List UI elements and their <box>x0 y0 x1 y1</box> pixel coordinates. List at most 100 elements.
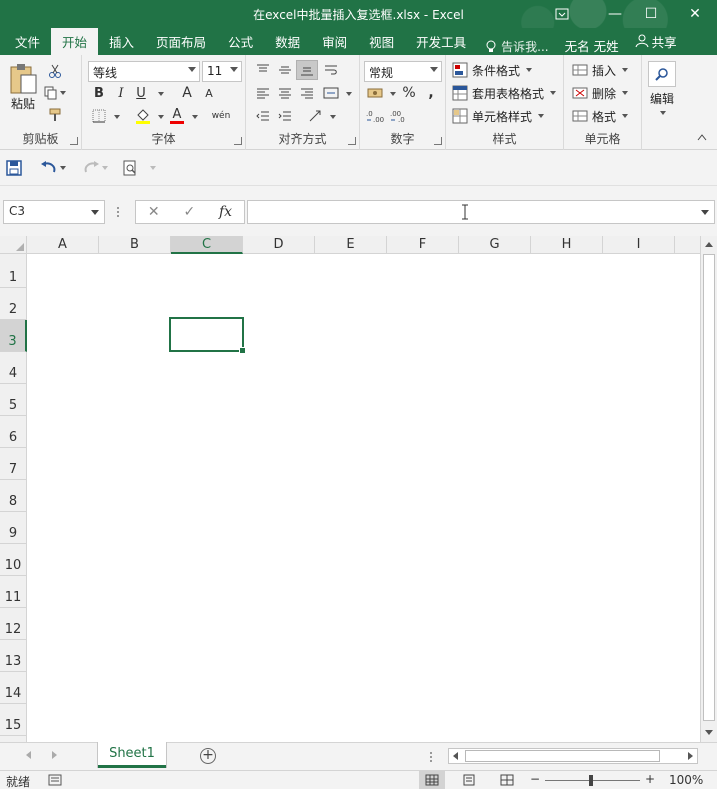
print-preview-button[interactable] <box>122 158 138 178</box>
increase-decimal-button[interactable]: .0.00 <box>364 106 386 126</box>
decrease-decimal-button[interactable]: .00.0 <box>388 106 410 126</box>
font-name-combo[interactable]: 等线 <box>88 61 200 82</box>
row-header-2[interactable]: 2 <box>0 288 27 320</box>
tab-home[interactable]: 开始 <box>51 28 99 55</box>
conditional-formatting-button[interactable]: 条件格式 <box>452 60 533 80</box>
increase-indent-button[interactable] <box>274 106 296 126</box>
redo-button[interactable] <box>82 158 108 178</box>
tab-view[interactable]: 视图 <box>358 28 405 55</box>
accounting-format-button[interactable] <box>364 83 386 103</box>
page-break-view-icon[interactable] <box>500 774 514 786</box>
tab-insert[interactable]: 插入 <box>98 28 145 55</box>
page-layout-view-icon[interactable] <box>462 774 476 786</box>
row-header-8[interactable]: 8 <box>0 480 27 512</box>
borders-button[interactable] <box>88 106 110 126</box>
row-header-14[interactable]: 14 <box>0 672 27 704</box>
scroll-left-icon[interactable] <box>453 752 458 760</box>
user-name[interactable]: 无名 无姓 <box>557 36 627 55</box>
column-header-e[interactable]: E <box>315 236 387 254</box>
name-box[interactable]: C3 <box>3 200 105 224</box>
shrink-font-button[interactable]: A <box>198 83 220 103</box>
scroll-up-icon[interactable] <box>705 242 713 247</box>
undo-button[interactable] <box>40 158 66 178</box>
bold-button[interactable]: B <box>88 83 110 103</box>
font-size-combo[interactable]: 11 <box>202 61 242 82</box>
grow-font-button[interactable]: A <box>176 83 198 103</box>
insert-cells-button[interactable]: 插入 <box>572 60 629 80</box>
collapse-ribbon-button[interactable] <box>693 127 711 147</box>
number-dialog-launcher[interactable] <box>434 137 442 145</box>
zoom-out-button[interactable]: − <box>530 772 540 786</box>
vertical-scroll-thumb[interactable] <box>703 254 715 721</box>
worksheet-grid[interactable]: A B C D E F G H I 1 2 3 4 5 6 7 8 9 10 1… <box>0 236 717 742</box>
row-header-13[interactable]: 13 <box>0 640 27 672</box>
editing-button[interactable]: 编辑 <box>648 61 676 115</box>
tab-review[interactable]: 审阅 <box>311 28 358 55</box>
top-align-button[interactable] <box>252 60 274 80</box>
tab-file[interactable]: 文件 <box>4 28 51 55</box>
format-as-table-button[interactable]: 套用表格格式 <box>452 83 557 103</box>
scroll-down-icon[interactable] <box>705 730 713 735</box>
row-header-15[interactable]: 15 <box>0 704 27 736</box>
cell-styles-button[interactable]: 单元格样式 <box>452 106 545 126</box>
cut-button[interactable] <box>44 61 66 81</box>
tab-page-layout[interactable]: 页面布局 <box>145 28 217 55</box>
column-header-g[interactable]: G <box>459 236 531 254</box>
column-header-h[interactable]: H <box>531 236 603 254</box>
format-painter-button[interactable] <box>44 105 66 125</box>
alignment-dialog-launcher[interactable] <box>348 137 356 145</box>
orientation-dropdown-icon[interactable] <box>330 115 336 119</box>
percent-style-button[interactable]: % <box>398 83 420 103</box>
formula-bar-splitter[interactable] <box>117 205 121 219</box>
accounting-dropdown-icon[interactable] <box>390 92 396 96</box>
row-header-6[interactable]: 6 <box>0 416 27 448</box>
confirm-entry-button[interactable]: ✓ <box>183 204 195 220</box>
row-header-9[interactable]: 9 <box>0 512 27 544</box>
sheet-tab-sheet1[interactable]: Sheet1 <box>98 742 166 768</box>
minimize-button[interactable]: — <box>598 0 632 28</box>
underline-button[interactable]: U <box>130 83 152 103</box>
tab-formulas[interactable]: 公式 <box>217 28 264 55</box>
macro-record-icon[interactable] <box>48 774 62 786</box>
tell-me-box[interactable]: 告诉我... <box>477 38 556 55</box>
column-header-i[interactable]: I <box>603 236 675 254</box>
align-center-button[interactable] <box>274 83 296 103</box>
scroll-right-icon[interactable] <box>688 752 693 760</box>
font-dialog-launcher[interactable] <box>234 137 242 145</box>
vertical-scrollbar[interactable] <box>700 236 717 742</box>
maximize-button[interactable]: ☐ <box>634 0 668 28</box>
decrease-indent-button[interactable] <box>252 106 274 126</box>
delete-cells-button[interactable]: 删除 <box>572 83 629 103</box>
column-header-partial[interactable] <box>675 236 700 254</box>
tab-developer[interactable]: 开发工具 <box>405 28 477 55</box>
font-color-dropdown-icon[interactable] <box>192 115 198 119</box>
copy-button[interactable] <box>44 83 66 103</box>
next-sheet-icon[interactable] <box>52 751 57 759</box>
tab-data[interactable]: 数据 <box>264 28 311 55</box>
row-header-12[interactable]: 12 <box>0 608 27 640</box>
normal-view-button[interactable] <box>419 771 445 789</box>
close-button[interactable]: ✕ <box>678 0 712 28</box>
customize-qat-button[interactable] <box>148 158 156 178</box>
merge-dropdown-icon[interactable] <box>346 92 352 96</box>
save-button[interactable] <box>6 158 22 178</box>
column-header-f[interactable]: F <box>387 236 459 254</box>
column-header-d[interactable]: D <box>243 236 315 254</box>
fill-color-button[interactable] <box>132 106 154 126</box>
wrap-text-button[interactable] <box>320 60 342 80</box>
middle-align-button[interactable] <box>274 60 296 80</box>
zoom-level[interactable]: 100% <box>669 773 703 787</box>
insert-function-button[interactable]: fx <box>219 204 232 220</box>
fill-color-dropdown-icon[interactable] <box>158 115 164 119</box>
formula-input[interactable] <box>247 200 715 224</box>
zoom-in-button[interactable]: + <box>645 772 655 786</box>
borders-dropdown-icon[interactable] <box>114 115 120 119</box>
align-left-button[interactable] <box>252 83 274 103</box>
paste-button[interactable]: 粘贴 <box>8 63 38 112</box>
ribbon-display-options-button[interactable] <box>545 0 579 28</box>
row-header-5[interactable]: 5 <box>0 384 27 416</box>
italic-button[interactable]: I <box>110 83 132 103</box>
tab-splitter[interactable] <box>430 752 432 762</box>
clipboard-dialog-launcher[interactable] <box>70 137 78 145</box>
phonetic-guide-button[interactable]: wén <box>210 106 232 126</box>
